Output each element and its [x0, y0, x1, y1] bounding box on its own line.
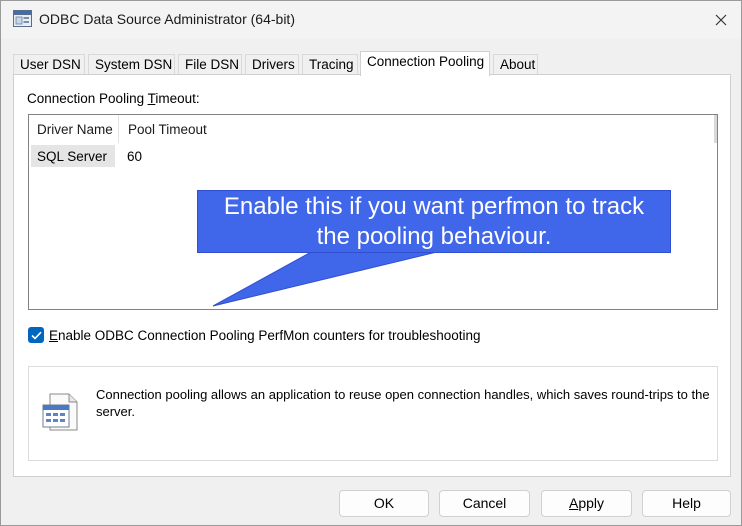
- tab-tracing[interactable]: Tracing: [302, 54, 358, 75]
- data-sources-icon: [41, 391, 81, 433]
- callout-text-line2: the pooling behaviour.: [316, 223, 552, 250]
- tab-system-dsn[interactable]: System DSN: [88, 54, 175, 75]
- info-group: Connection pooling allows an application…: [28, 366, 718, 461]
- annotation-callout: Enable this if you want perfmon to track…: [197, 190, 671, 253]
- close-button[interactable]: [705, 5, 737, 35]
- close-icon: [715, 14, 727, 26]
- column-header-driver-name[interactable]: Driver Name: [29, 115, 119, 143]
- column-header-pool-timeout[interactable]: Pool Timeout: [120, 115, 714, 143]
- callout-text-line1: Enable this if you want perfmon to track: [223, 193, 645, 220]
- tab-file-dsn[interactable]: File DSN: [178, 54, 242, 75]
- checkmark-icon: [30, 331, 42, 340]
- title-bar: ODBC Data Source Administrator (64-bit): [1, 1, 741, 39]
- help-button[interactable]: Help: [642, 490, 731, 517]
- perfmon-checkbox[interactable]: [28, 327, 44, 343]
- pool-timeout-cell: 60: [127, 149, 143, 164]
- perfmon-checkbox-label[interactable]: Enable ODBC Connection Pooling PerfMon c…: [49, 328, 481, 343]
- list-header: Driver Name Pool Timeout: [29, 115, 715, 143]
- tab-connection-pooling[interactable]: Connection Pooling: [360, 51, 490, 76]
- apply-button[interactable]: Apply: [541, 490, 632, 517]
- ok-button[interactable]: OK: [339, 490, 429, 517]
- window-title: ODBC Data Source Administrator (64-bit): [39, 11, 295, 27]
- list-scrollbar-stub: [714, 115, 717, 143]
- pool-timeout-label: Connection Pooling Timeout:: [27, 91, 200, 106]
- list-item[interactable]: SQL Server 60: [29, 145, 329, 167]
- odbc-admin-window: ODBC Data Source Administrator (64-bit) …: [0, 0, 742, 526]
- tab-strip: User DSN System DSN File DSN Drivers Tra…: [13, 51, 733, 76]
- cancel-button[interactable]: Cancel: [439, 490, 530, 517]
- tab-about[interactable]: About: [493, 54, 538, 75]
- odbc-app-icon: [13, 10, 32, 27]
- driver-name-cell: SQL Server: [31, 145, 115, 167]
- tab-drivers[interactable]: Drivers: [245, 54, 299, 75]
- info-description: Connection pooling allows an application…: [96, 387, 710, 419]
- tab-user-dsn[interactable]: User DSN: [13, 54, 85, 75]
